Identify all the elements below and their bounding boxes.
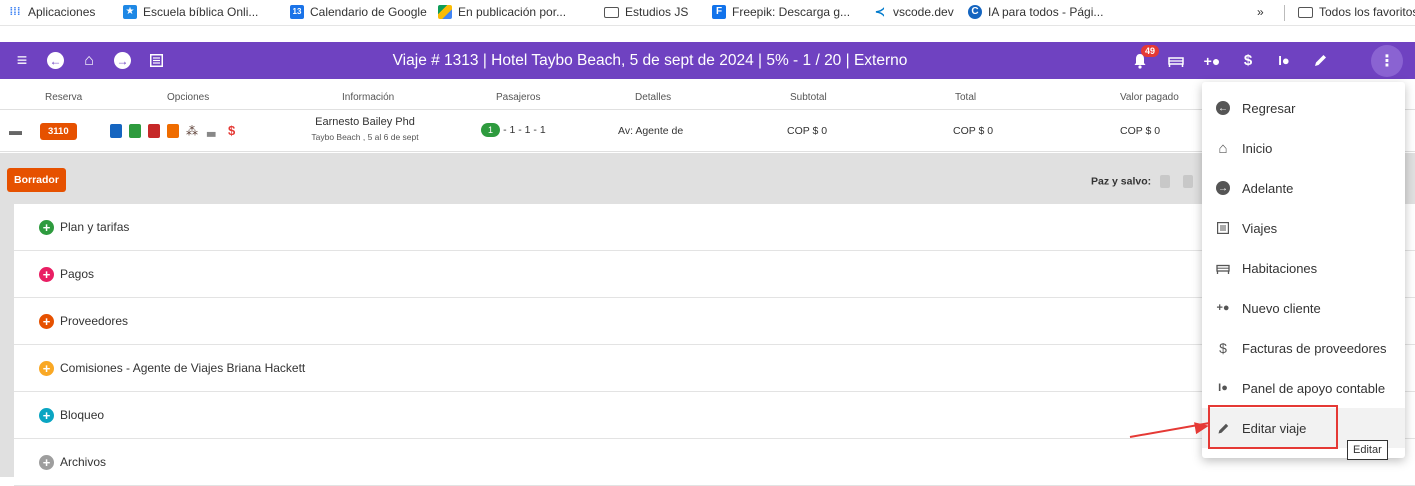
menu-icon[interactable]: ≡ xyxy=(12,50,32,71)
passengers-pill: 1 xyxy=(481,123,501,137)
people-icon[interactable]: ⁂ xyxy=(186,124,200,138)
menu-item-habitaciones[interactable]: Habitaciones xyxy=(1202,248,1405,288)
pdf-icon[interactable] xyxy=(129,123,141,138)
pdf-icon[interactable] xyxy=(167,123,179,138)
notifications-badge: 49 xyxy=(1141,44,1160,57)
menu-item-viajes[interactable]: Viajes xyxy=(1202,208,1405,248)
add-user-icon: +● xyxy=(1216,302,1230,314)
bookmark-publicacion[interactable]: En publicación por... xyxy=(438,5,566,19)
paid-value: COP $ 0 xyxy=(1120,125,1161,137)
column-header: Información xyxy=(342,92,395,103)
trip-info: Taybo Beach , 5 al 6 de sept xyxy=(311,132,419,142)
dollar-icon[interactable]: $ xyxy=(228,123,235,138)
menu-item-adelante[interactable]: → Adelante xyxy=(1202,168,1405,208)
bookmark-vscode[interactable]: ≺ vscode.dev xyxy=(873,4,954,20)
support-icon: I● xyxy=(1218,382,1228,394)
add-user-icon[interactable]: +● xyxy=(1202,51,1222,71)
total-value: COP $ 0 xyxy=(953,125,994,137)
menu-item-facturas-proveedores[interactable]: $ Facturas de proveedores xyxy=(1202,328,1405,368)
subtotal-value: COP $ 0 xyxy=(787,125,828,137)
folder-icon[interactable]: ▬ xyxy=(9,123,22,138)
column-header: Total xyxy=(955,92,977,103)
document-icon[interactable] xyxy=(1182,175,1193,188)
calendar-icon: 13 xyxy=(290,5,304,19)
freepik-icon: F xyxy=(712,5,726,19)
column-header: Subtotal xyxy=(790,92,827,103)
bookmarks-overflow-button[interactable]: » xyxy=(1257,5,1264,19)
column-header: Valor pagado xyxy=(1120,92,1179,103)
reservation-number-badge[interactable]: 3110 xyxy=(40,123,77,140)
folder-icon xyxy=(604,6,619,18)
bookmarks-separator xyxy=(1284,5,1285,21)
folder-icon xyxy=(1298,6,1313,18)
apps-grid-icon: ⁞⁞⁞ xyxy=(9,6,21,18)
page-title: Viaje # 1313 | Hotel Taybo Beach, 5 de s… xyxy=(392,52,908,69)
options-menu: ← Regresar ⌂ Inicio → Adelante Viajes Ha… xyxy=(1202,82,1405,458)
arrow-right-circle-icon: → xyxy=(1216,181,1230,195)
details-value: Av: Agente de xyxy=(618,125,684,137)
status-badge: Borrador xyxy=(7,168,66,192)
passengers: 1 - 1 - 1 - 1 xyxy=(481,123,546,137)
menu-item-inicio[interactable]: ⌂ Inicio xyxy=(1202,128,1405,168)
column-header: Detalles xyxy=(635,92,672,103)
more-options-button[interactable]: ⋮ xyxy=(1371,45,1403,77)
plus-icon: + xyxy=(39,313,54,329)
tooltip: Editar xyxy=(1347,440,1388,460)
list-icon[interactable] xyxy=(146,51,166,71)
arrow-left-circle-icon: ← xyxy=(1216,101,1230,115)
document-icon[interactable] xyxy=(1160,175,1171,188)
column-header: Reserva xyxy=(45,92,83,103)
dollar-icon[interactable]: $ xyxy=(1238,51,1258,71)
plus-icon: + xyxy=(39,266,54,282)
highlight-box xyxy=(1208,405,1338,449)
bed-icon xyxy=(1214,263,1232,274)
bookmarks-bar: ⁞⁞⁞ Aplicaciones ★ Escuela bíblica Onli.… xyxy=(0,0,1415,26)
annotation-arrow-head xyxy=(1194,419,1210,435)
bookmark-aplicaciones[interactable]: ⁞⁞⁞ Aplicaciones xyxy=(8,5,96,19)
column-header: Opciones xyxy=(167,92,210,103)
school-icon: ★ xyxy=(123,5,137,19)
bookmark-freepik[interactable]: F Freepik: Descarga g... xyxy=(712,5,850,19)
support-icon[interactable]: I● xyxy=(1274,51,1294,71)
notifications-bell-icon[interactable]: 49 xyxy=(1130,44,1160,71)
menu-item-regresar[interactable]: ← Regresar xyxy=(1202,88,1405,128)
plus-icon: + xyxy=(39,360,54,376)
menu-item-nuevo-cliente[interactable]: +● Nuevo cliente xyxy=(1202,288,1405,328)
drive-icon xyxy=(438,5,452,19)
plus-icon: + xyxy=(39,407,54,423)
paz-y-salvo-label: Paz y salvo: xyxy=(1091,175,1193,188)
vscode-icon: ≺ xyxy=(874,4,886,19)
bookmark-calendario[interactable]: 13 Calendario de Google xyxy=(290,5,427,19)
home-icon[interactable]: ⌂ xyxy=(79,51,99,71)
car-icon[interactable]: ▃ xyxy=(207,124,221,138)
all-bookmarks-button[interactable]: Todos los favoritos xyxy=(1298,5,1415,19)
forward-icon[interactable]: → xyxy=(114,52,131,69)
options-group: ⁂ ▃ $ xyxy=(110,123,235,138)
back-icon[interactable]: ← xyxy=(47,52,64,69)
app-header: ≡ ← ⌂ → Viaje # 1313 | Hotel Taybo Beach… xyxy=(0,42,1415,79)
pdf-icon[interactable] xyxy=(148,123,160,138)
plus-icon: + xyxy=(39,454,54,470)
client-name: Earnesto Bailey Phd xyxy=(315,116,415,128)
globe-icon: C xyxy=(968,5,982,19)
home-icon: ⌂ xyxy=(1218,139,1228,157)
document-icon[interactable] xyxy=(110,123,122,138)
plus-icon: + xyxy=(39,219,54,235)
bookmark-escuela[interactable]: ★ Escuela bíblica Onli... xyxy=(123,5,258,19)
bookmark-ia[interactable]: C IA para todos - Pági... xyxy=(968,5,1103,19)
bookmark-estudios-js[interactable]: Estudios JS xyxy=(604,5,688,19)
pencil-icon[interactable] xyxy=(1310,51,1330,71)
bed-icon[interactable] xyxy=(1166,51,1186,71)
menu-item-panel-apoyo-contable[interactable]: I● Panel de apoyo contable xyxy=(1202,368,1405,408)
column-header: Pasajeros xyxy=(496,92,541,103)
dollar-icon: $ xyxy=(1219,340,1227,356)
list-icon xyxy=(1214,222,1232,234)
